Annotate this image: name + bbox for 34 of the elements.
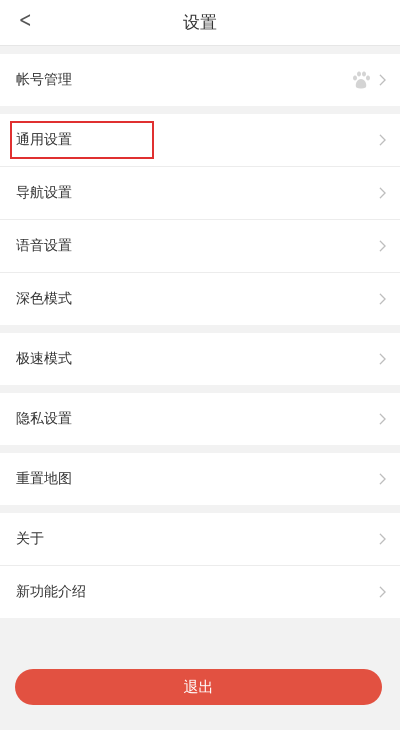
row-label: 关于: [15, 530, 45, 549]
chevron-right-icon: [379, 187, 386, 199]
back-button[interactable]: <: [16, 8, 34, 33]
row-label: 深色模式: [15, 290, 73, 309]
settings-row[interactable]: 深色模式: [0, 272, 400, 325]
chevron-right-icon: [379, 134, 386, 146]
settings-row[interactable]: 通用设置: [0, 114, 400, 166]
chevron-right-icon: [379, 240, 386, 252]
page-title: 设置: [183, 12, 217, 34]
row-label: 导航设置: [15, 184, 73, 203]
row-label: 隐私设置: [15, 410, 73, 429]
paw-icon: [351, 70, 371, 90]
settings-row[interactable]: 极速模式: [0, 333, 400, 385]
settings-row[interactable]: 语音设置: [0, 219, 400, 272]
chevron-right-icon: [379, 74, 386, 86]
row-label: 极速模式: [15, 350, 73, 369]
chevron-right-icon: [379, 533, 386, 545]
settings-row[interactable]: 新功能介绍: [0, 565, 400, 618]
row-label: 通用设置: [10, 121, 154, 159]
chevron-right-icon: [379, 586, 386, 598]
settings-row[interactable]: 帐号管理: [0, 54, 400, 106]
chevron-right-icon: [379, 353, 386, 365]
row-label: 重置地图: [15, 470, 73, 489]
settings-row[interactable]: 隐私设置: [0, 393, 400, 445]
row-label: 新功能介绍: [15, 583, 87, 602]
settings-row[interactable]: 导航设置: [0, 166, 400, 219]
logout-button[interactable]: 退出: [15, 669, 382, 705]
settings-row[interactable]: 重置地图: [0, 453, 400, 505]
settings-row[interactable]: 关于: [0, 513, 400, 565]
chevron-right-icon: [379, 473, 386, 485]
chevron-right-icon: [379, 293, 386, 305]
row-label: 帐号管理: [15, 71, 73, 90]
chevron-right-icon: [379, 413, 386, 425]
row-label: 语音设置: [15, 237, 73, 256]
